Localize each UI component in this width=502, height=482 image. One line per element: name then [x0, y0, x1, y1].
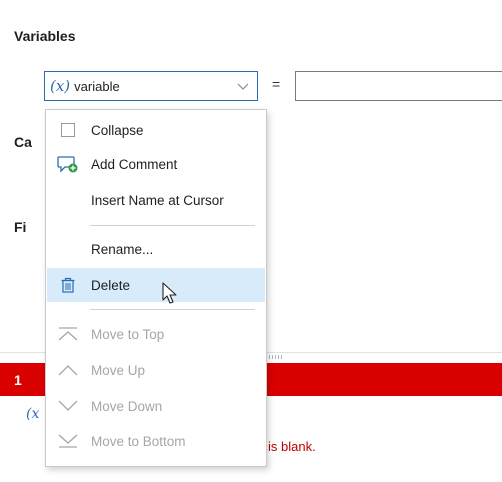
section-heading-2: Ca	[14, 134, 32, 150]
trash-icon	[57, 274, 79, 296]
section-heading-3: Fi	[14, 219, 27, 235]
move-down-icon	[57, 395, 79, 417]
move-to-bottom-icon	[57, 430, 79, 452]
equals-sign: =	[272, 76, 281, 92]
checkbox-icon[interactable]	[57, 119, 79, 141]
screen: Variables (x) variable = Ca Fi 1 (x is b…	[0, 0, 502, 482]
move-up-icon	[57, 359, 79, 381]
menu-item-label: Add Comment	[91, 156, 178, 172]
error-banner-text: 1	[14, 372, 22, 388]
context-menu: Collapse Add Comment Insert Name at Curs…	[45, 109, 267, 467]
add-comment-icon	[57, 153, 79, 175]
menu-item-move-to-bottom[interactable]: Move to Bottom	[47, 424, 265, 458]
menu-item-label: Delete	[91, 277, 131, 293]
chevron-down-icon[interactable]	[237, 81, 249, 91]
menu-item-label: Move Up	[91, 362, 146, 378]
menu-separator	[90, 309, 255, 310]
menu-separator	[90, 225, 255, 226]
variable-name-value: variable	[74, 78, 120, 94]
menu-item-collapse[interactable]: Collapse	[47, 113, 265, 147]
menu-item-label: Move Down	[91, 398, 163, 414]
variable-name-dropdown[interactable]: (x) variable	[44, 71, 258, 101]
menu-item-rename[interactable]: Rename...	[47, 232, 265, 266]
menu-item-move-up[interactable]: Move Up	[47, 353, 265, 387]
menu-item-label: Insert Name at Cursor	[91, 192, 224, 208]
menu-item-label: Collapse	[91, 122, 144, 138]
error-message: is blank.	[268, 439, 316, 454]
menu-item-label: Rename...	[91, 241, 154, 257]
menu-item-delete[interactable]: Delete	[47, 268, 265, 302]
menu-item-move-down[interactable]: Move Down	[47, 389, 265, 423]
fx-icon: (x)	[50, 77, 71, 95]
variables-heading: Variables	[14, 28, 76, 44]
variable-value-input[interactable]	[295, 71, 502, 101]
move-to-top-icon	[57, 323, 79, 345]
mouse-pointer-icon	[162, 282, 177, 304]
menu-item-add-comment[interactable]: Add Comment	[47, 147, 265, 181]
menu-item-label: Move to Top	[91, 326, 165, 342]
menu-item-label: Move to Bottom	[91, 433, 186, 449]
menu-item-insert-name[interactable]: Insert Name at Cursor	[47, 183, 265, 217]
fx-icon: (x	[26, 406, 40, 422]
menu-item-move-to-top[interactable]: Move to Top	[47, 317, 265, 351]
